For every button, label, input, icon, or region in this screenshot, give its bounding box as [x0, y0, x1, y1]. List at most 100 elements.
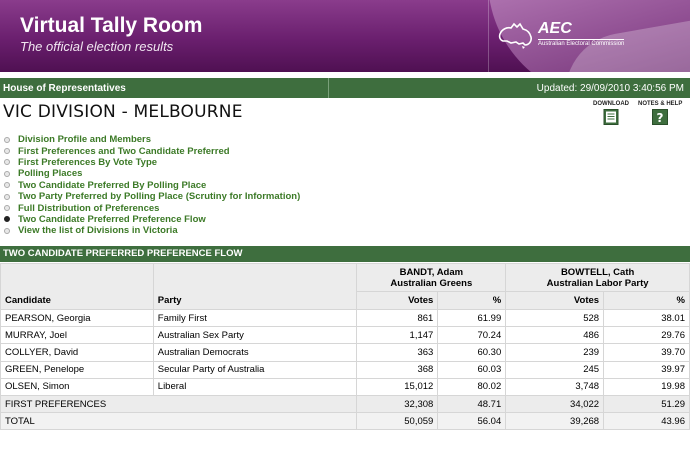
- aec-logo-text: AEC: [538, 20, 572, 37]
- banner-divider: [488, 0, 489, 72]
- bullet-icon: [4, 136, 10, 143]
- nav-link-label: First Preferences and Two Candidate Pref…: [18, 145, 230, 157]
- nav-link-label: Two Party Preferred by Polling Place (Sc…: [18, 191, 301, 203]
- nav-link-label: Two Candidate Preferred By Polling Place: [18, 179, 207, 191]
- party-cell: Family First: [152, 308, 358, 328]
- votes-b-cell: 39,268: [505, 412, 605, 431]
- table-row: COLLYER, David Australian Democrats 363 …: [0, 343, 690, 362]
- download-button[interactable]: DOWNLOAD: [593, 101, 629, 129]
- pct-b-cell: 39.97: [603, 360, 690, 379]
- nav-link-first-pref-vote-type[interactable]: First Preferences By Vote Type: [4, 157, 300, 168]
- votes-a-cell: 363: [356, 343, 439, 362]
- nav-link-tcp-preference-flow[interactable]: Two Candidate Preferred Preference Flow: [4, 214, 300, 225]
- page-title: VIC DIVISION - MELBOURNE: [3, 102, 243, 122]
- bullet-icon: [4, 182, 10, 189]
- column-header-pct-a: %: [437, 291, 507, 310]
- column-header-votes-a: Votes: [356, 291, 439, 310]
- votes-a-cell: 15,012: [356, 377, 439, 396]
- nav-link-polling-places[interactable]: Polling Places: [4, 168, 300, 179]
- house-label: House of Representatives: [3, 83, 126, 94]
- nav-link-label: Polling Places: [18, 168, 83, 180]
- table-row: PEARSON, Georgia Family First 861 61.99 …: [0, 308, 690, 328]
- total-label: TOTAL: [0, 412, 358, 431]
- candidate-a-header: BANDT, Adam Australian Greens: [356, 263, 507, 292]
- pct-a-cell: 60.30: [437, 343, 507, 362]
- candidate-cell: COLLYER, David: [0, 343, 154, 362]
- pct-a-cell: 80.02: [437, 377, 507, 396]
- candidate-a-name: BANDT, Adam: [399, 266, 464, 278]
- candidate-a-party: Australian Greens: [390, 277, 473, 289]
- site-subtitle: The official election results: [20, 39, 174, 54]
- nav-link-tcp-polling-place[interactable]: Two Candidate Preferred By Polling Place: [4, 180, 300, 191]
- nav-link-tpp-polling-place[interactable]: Two Party Preferred by Polling Place (Sc…: [4, 191, 300, 202]
- bullet-icon: [4, 170, 10, 177]
- australia-map-logo-icon: [498, 22, 532, 49]
- candidate-b-name: BOWTELL, Cath: [560, 266, 635, 278]
- candidate-b-party: Australian Labor Party: [546, 277, 649, 289]
- updated-timestamp: Updated: 29/09/2010 3:40:56 PM: [536, 83, 684, 94]
- votes-b-cell: 528: [505, 308, 605, 328]
- first-preferences-row: FIRST PREFERENCES 32,308 48.71 34,022 51…: [0, 394, 690, 414]
- svg-text:?: ?: [657, 111, 664, 125]
- total-row: TOTAL 50,059 56.04 39,268 43.96: [0, 412, 690, 431]
- column-header-party: Party: [152, 263, 358, 310]
- votes-a-cell: 368: [356, 360, 439, 379]
- pct-b-cell: 39.70: [603, 343, 690, 362]
- download-label: DOWNLOAD: [593, 101, 629, 107]
- pct-a-cell: 60.03: [437, 360, 507, 379]
- pct-a-cell: 56.04: [437, 412, 507, 431]
- pct-b-cell: 51.29: [603, 394, 690, 414]
- candidate-cell: GREEN, Penelope: [0, 360, 154, 379]
- candidate-b-header: BOWTELL, Cath Australian Labor Party: [505, 263, 690, 292]
- votes-b-cell: 3,748: [505, 377, 605, 396]
- candidate-cell: MURRAY, Joel: [0, 326, 154, 345]
- votes-a-cell: 1,147: [356, 326, 439, 345]
- votes-b-cell: 245: [505, 360, 605, 379]
- candidate-cell: OLSEN, Simon: [0, 377, 154, 396]
- votes-b-cell: 239: [505, 343, 605, 362]
- party-cell: Liberal: [152, 377, 358, 396]
- column-header-votes-b: Votes: [505, 291, 605, 310]
- table-row: MURRAY, Joel Australian Sex Party 1,147 …: [0, 326, 690, 345]
- bullet-icon: [4, 193, 10, 200]
- notes-help-button[interactable]: NOTES & HELP ?: [638, 101, 682, 129]
- nav-link-label: Full Distribution of Preferences: [18, 202, 160, 214]
- nav-link-first-pref-tcp[interactable]: First Preferences and Two Candidate Pref…: [4, 145, 300, 157]
- column-header-pct-b: %: [603, 291, 690, 310]
- pct-b-cell: 43.96: [603, 412, 690, 431]
- pct-b-cell: 38.01: [603, 308, 690, 328]
- party-cell: Secular Party of Australia: [152, 360, 358, 379]
- votes-a-cell: 861: [356, 308, 439, 328]
- pct-a-cell: 61.99: [437, 308, 507, 328]
- pct-a-cell: 48.71: [437, 394, 507, 414]
- candidate-cell: PEARSON, Georgia: [0, 308, 154, 328]
- votes-b-cell: 34,022: [505, 394, 605, 414]
- nav-link-label: Two Candidate Preferred Preference Flow: [18, 213, 206, 225]
- nav-link-label: Division Profile and Members: [18, 134, 152, 146]
- house-bar: House of Representatives Updated: 29/09/…: [0, 78, 690, 98]
- download-document-icon: [603, 109, 619, 125]
- column-header-candidate: Candidate: [0, 263, 154, 310]
- first-preferences-label: FIRST PREFERENCES: [0, 394, 358, 414]
- votes-a-cell: 32,308: [356, 394, 439, 414]
- pct-b-cell: 29.76: [603, 326, 690, 345]
- preference-flow-table: Candidate Party BANDT, Adam Australian G…: [0, 263, 690, 431]
- party-cell: Australian Democrats: [152, 343, 358, 362]
- nav-link-divisions-victoria[interactable]: View the list of Divisions in Victoria: [4, 225, 300, 236]
- party-cell: Australian Sex Party: [152, 326, 358, 345]
- nav-link-label: First Preferences By Vote Type: [18, 156, 158, 168]
- nav-link-label: View the list of Divisions in Victoria: [18, 225, 178, 237]
- bullet-icon: [4, 148, 10, 155]
- aec-full-name: Australian Electoral Commission: [538, 39, 625, 47]
- votes-b-cell: 486: [505, 326, 605, 345]
- notes-help-label: NOTES & HELP: [638, 101, 683, 107]
- site-title: Virtual Tally Room: [20, 14, 203, 37]
- section-title: TWO CANDIDATE PREFERRED PREFERENCE FLOW: [0, 246, 690, 262]
- help-question-icon: ?: [652, 109, 669, 125]
- nav-link-division-profile[interactable]: Division Profile and Members: [4, 134, 300, 145]
- bullet-icon: [4, 159, 10, 166]
- house-bar-divider: [328, 78, 329, 98]
- nav-link-full-distribution[interactable]: Full Distribution of Preferences: [4, 202, 300, 214]
- header-banner: Virtual Tally Room The official election…: [0, 0, 690, 72]
- table-row: OLSEN, Simon Liberal 15,012 80.02 3,748 …: [0, 377, 690, 396]
